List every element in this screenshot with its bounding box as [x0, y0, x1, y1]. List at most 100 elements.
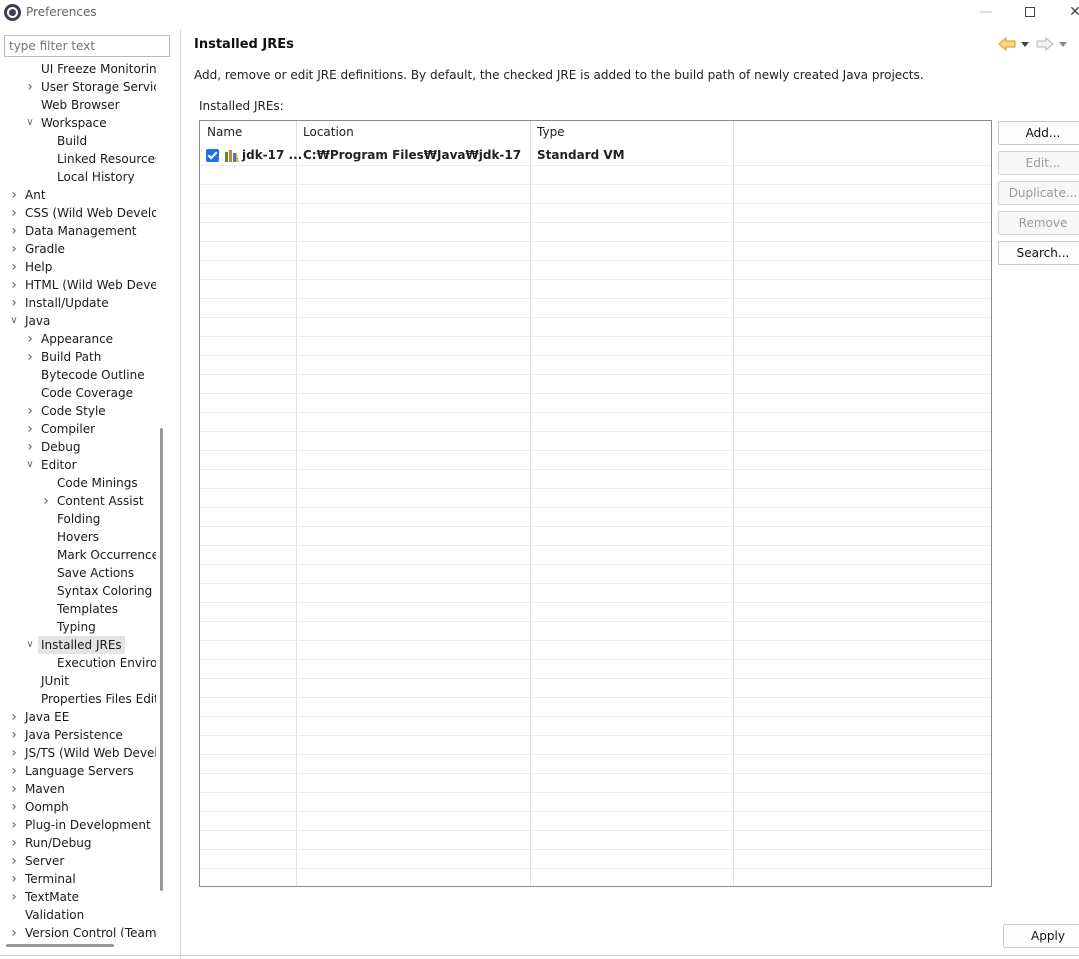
tree-item[interactable]: › Run/Debug	[0, 834, 156, 852]
tree-item[interactable]: ∨ Java	[0, 312, 156, 330]
jre-name-cell[interactable]: jdk-17 ...	[242, 148, 302, 162]
minimize-button[interactable]: —	[972, 2, 1000, 24]
chevron-right-icon[interactable]: ›	[8, 798, 20, 816]
installed-jres-table[interactable]: Name Location Type jdk-17 ... C:₩Program…	[199, 120, 992, 887]
remove-button[interactable]: Remove	[998, 211, 1079, 235]
tree-item[interactable]: › Version Control (Team)	[0, 924, 156, 937]
chevron-right-icon[interactable]: ›	[8, 294, 20, 312]
chevron-right-icon[interactable]: ›	[24, 330, 36, 348]
edit-button[interactable]: Edit...	[998, 151, 1079, 175]
jre-location-cell[interactable]: C:₩Program Files₩Java₩jdk-17	[303, 148, 521, 162]
tree-item[interactable]: ∨ Installed JREs	[0, 636, 156, 654]
tree-item[interactable]: JUnit	[0, 672, 156, 690]
tree-item[interactable]: Bytecode Outline	[0, 366, 156, 384]
jre-default-checkbox[interactable]	[206, 149, 219, 162]
column-header-name[interactable]: Name	[207, 125, 242, 139]
chevron-right-icon[interactable]: ›	[24, 78, 36, 96]
view-menu-chevron-icon[interactable]	[1058, 37, 1068, 55]
forward-arrow-icon[interactable]	[1036, 36, 1054, 55]
tree-item[interactable]: › TextMate	[0, 888, 156, 906]
tree-item[interactable]: › Ant	[0, 186, 156, 204]
tree-item[interactable]: UI Freeze Monitoring	[0, 60, 156, 78]
pane-divider[interactable]	[180, 30, 181, 959]
chevron-right-icon[interactable]: ›	[24, 420, 36, 438]
tree-item[interactable]: › Compiler	[0, 420, 156, 438]
chevron-right-icon[interactable]: ›	[8, 852, 20, 870]
filter-input[interactable]	[4, 35, 170, 57]
tree-item[interactable]: Execution Environ	[0, 654, 156, 672]
chevron-right-icon[interactable]: ›	[8, 726, 20, 744]
chevron-right-icon[interactable]: ›	[8, 276, 20, 294]
tree-item[interactable]: › Java Persistence	[0, 726, 156, 744]
chevron-right-icon[interactable]: ›	[8, 186, 20, 204]
chevron-right-icon[interactable]: ›	[40, 492, 52, 510]
tree-item[interactable]: › Terminal	[0, 870, 156, 888]
tree-item[interactable]: › Debug	[0, 438, 156, 456]
tree-item[interactable]: Mark Occurrences	[0, 546, 156, 564]
tree-item[interactable]: Syntax Coloring	[0, 582, 156, 600]
tree-item[interactable]: Code Minings	[0, 474, 156, 492]
chevron-right-icon[interactable]: ›	[24, 438, 36, 456]
tree-item[interactable]: › Content Assist	[0, 492, 156, 510]
chevron-right-icon[interactable]: ›	[8, 258, 20, 276]
tree-item[interactable]: › Appearance	[0, 330, 156, 348]
chevron-right-icon[interactable]: ›	[8, 888, 20, 906]
back-menu-chevron-icon[interactable]	[1020, 37, 1030, 55]
chevron-right-icon[interactable]: ›	[8, 222, 20, 240]
tree-item[interactable]: › Gradle	[0, 240, 156, 258]
maximize-button[interactable]	[1016, 2, 1044, 24]
tree-item[interactable]: Validation	[0, 906, 156, 924]
tree-item[interactable]: Linked Resources	[0, 150, 156, 168]
tree-item[interactable]: › Language Servers	[0, 762, 156, 780]
tree-item[interactable]: › Java EE	[0, 708, 156, 726]
tree-item[interactable]: Templates	[0, 600, 156, 618]
chevron-right-icon[interactable]: ›	[8, 204, 20, 222]
jre-type-cell[interactable]: Standard VM	[537, 148, 625, 162]
chevron-right-icon[interactable]: ›	[24, 402, 36, 420]
tree-item[interactable]: › Code Style	[0, 402, 156, 420]
chevron-down-icon[interactable]: ∨	[24, 636, 36, 654]
tree-item[interactable]: › Maven	[0, 780, 156, 798]
tree-item[interactable]: › Help	[0, 258, 156, 276]
chevron-down-icon[interactable]: ∨	[24, 114, 36, 132]
tree-item[interactable]: Web Browser	[0, 96, 156, 114]
tree-item[interactable]: › Build Path	[0, 348, 156, 366]
tree-item[interactable]: › Install/Update	[0, 294, 156, 312]
chevron-right-icon[interactable]: ›	[8, 708, 20, 726]
tree-item[interactable]: › HTML (Wild Web Develo	[0, 276, 156, 294]
tree-item[interactable]: ∨ Workspace	[0, 114, 156, 132]
chevron-right-icon[interactable]: ›	[8, 870, 20, 888]
tree-vertical-scrollbar[interactable]	[160, 428, 163, 891]
chevron-right-icon[interactable]: ›	[8, 780, 20, 798]
close-button[interactable]: ✕	[1061, 2, 1079, 24]
tree-item[interactable]: Hovers	[0, 528, 156, 546]
duplicate-button[interactable]: Duplicate...	[998, 181, 1079, 205]
tree-item[interactable]: Local History	[0, 168, 156, 186]
chevron-right-icon[interactable]: ›	[8, 744, 20, 762]
tree-item[interactable]: › Oomph	[0, 798, 156, 816]
chevron-right-icon[interactable]: ›	[8, 924, 20, 937]
chevron-down-icon[interactable]: ∨	[8, 312, 20, 330]
tree-item[interactable]: Build	[0, 132, 156, 150]
tree-item[interactable]: › User Storage Service	[0, 78, 156, 96]
tree-item[interactable]: › Plug-in Development	[0, 816, 156, 834]
chevron-right-icon[interactable]: ›	[24, 348, 36, 366]
tree-item[interactable]: Save Actions	[0, 564, 156, 582]
chevron-right-icon[interactable]: ›	[8, 816, 20, 834]
apply-button[interactable]: Apply	[1003, 924, 1079, 948]
tree-item[interactable]: Properties Files Edito	[0, 690, 156, 708]
tree-horizontal-scrollbar[interactable]	[6, 944, 114, 947]
chevron-right-icon[interactable]: ›	[8, 240, 20, 258]
search-button[interactable]: Search...	[998, 241, 1079, 265]
column-header-type[interactable]: Type	[537, 125, 565, 139]
tree-item[interactable]: Folding	[0, 510, 156, 528]
chevron-right-icon[interactable]: ›	[8, 834, 20, 852]
chevron-right-icon[interactable]: ›	[8, 762, 20, 780]
column-header-location[interactable]: Location	[303, 125, 354, 139]
back-arrow-icon[interactable]	[998, 36, 1016, 55]
tree-item[interactable]: Code Coverage	[0, 384, 156, 402]
tree-item[interactable]: › Data Management	[0, 222, 156, 240]
tree-item[interactable]: › JS/TS (Wild Web Develc	[0, 744, 156, 762]
add-button[interactable]: Add...	[998, 121, 1079, 145]
tree-item[interactable]: › Server	[0, 852, 156, 870]
